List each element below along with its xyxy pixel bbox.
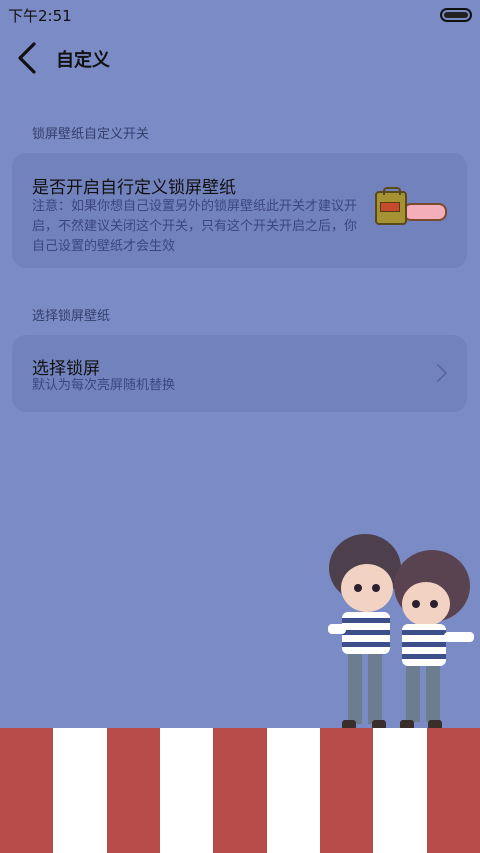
striped-awning	[0, 728, 480, 853]
custom-wallpaper-toggle-card[interactable]: 是否开启自行定义锁屏壁纸 注意：如果你想自己设置另外的锁屏壁纸此开关才建议开启，…	[12, 153, 467, 268]
couple-illustration	[328, 534, 474, 730]
switch-track	[403, 203, 447, 221]
chevron-left-icon	[18, 42, 36, 74]
app-bar: 自定义	[0, 30, 480, 86]
custom-wallpaper-switch[interactable]	[375, 187, 447, 231]
back-button[interactable]	[14, 40, 46, 76]
section-header-lock-switch: 锁屏壁纸自定义开关	[32, 127, 150, 142]
battery-icon	[440, 8, 472, 22]
page-title: 自定义	[56, 50, 110, 71]
select-lockscreen-card[interactable]: 选择锁屏 默认为每次亮屏随机替换	[12, 335, 467, 412]
card-description: 注意：如果你想自己设置另外的锁屏壁纸此开关才建议开启，不然建议关闭这个开关，只有…	[32, 199, 358, 254]
card-title: 是否开启自行定义锁屏壁纸	[32, 178, 236, 198]
card-subtitle: 默认为每次亮屏随机替换	[32, 378, 176, 393]
status-time: 下午2:51	[8, 7, 72, 25]
backpack-thumb-icon	[375, 187, 407, 225]
chevron-right-icon	[437, 364, 447, 382]
status-bar: 下午2:51	[0, 0, 480, 28]
section-header-select-wallpaper: 选择锁屏壁纸	[32, 309, 111, 324]
